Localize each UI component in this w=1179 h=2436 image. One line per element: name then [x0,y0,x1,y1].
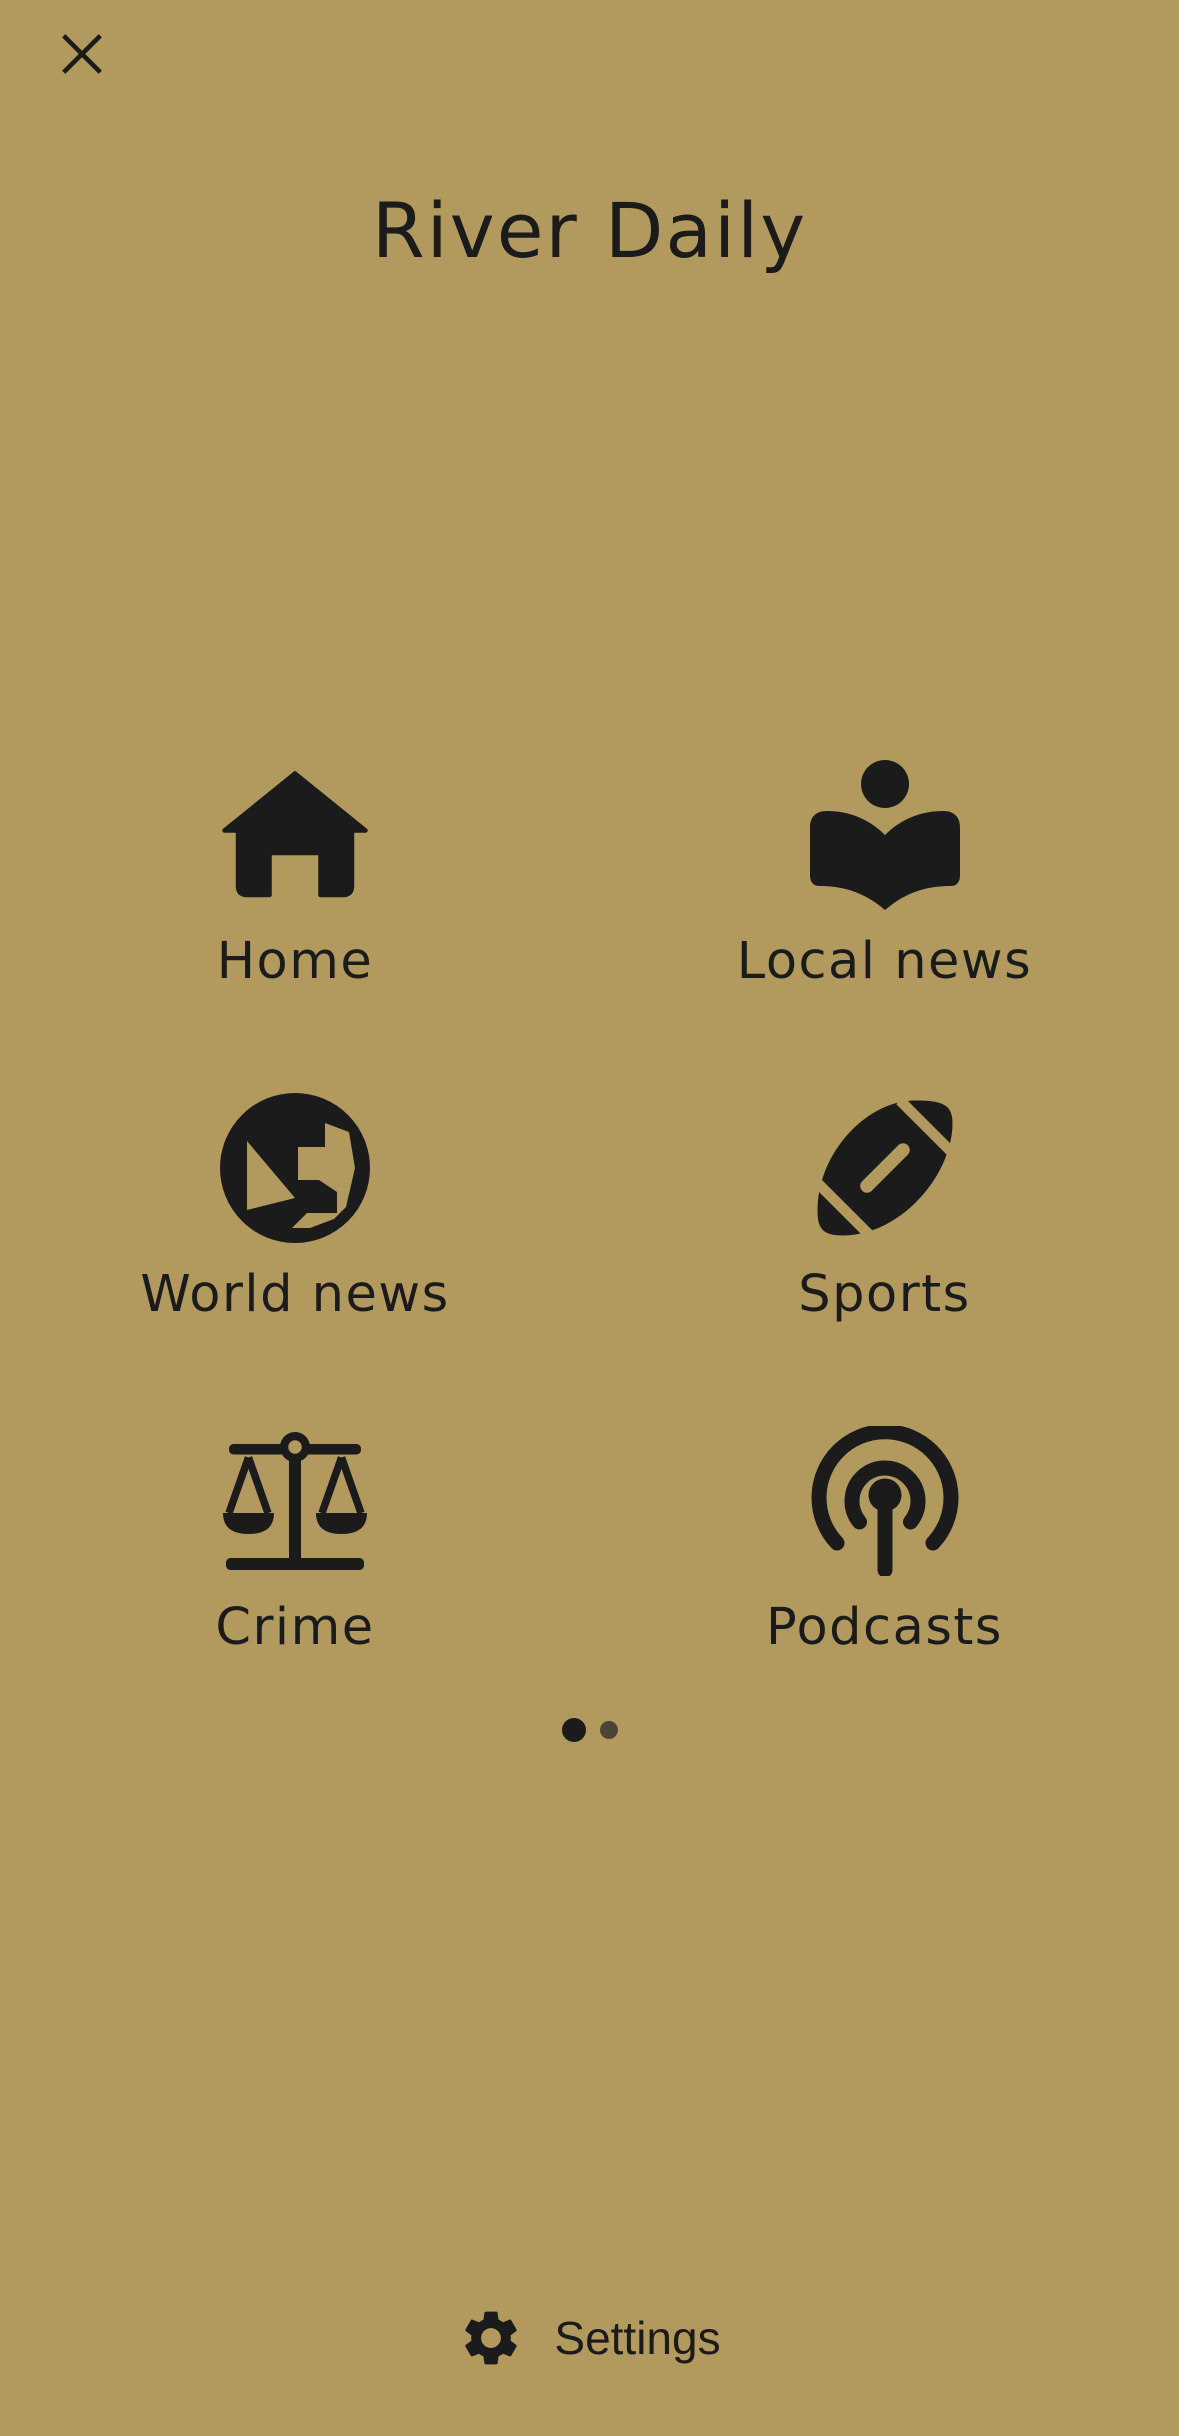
gear-icon [465,2311,518,2365]
home-icon [220,760,370,910]
local-news-icon [809,760,960,910]
section-nav-grid: Home Local news World news Sports Crime … [0,760,1179,1759]
scales-icon [220,1426,370,1576]
nav-label-sports: Sports [798,1265,971,1324]
nav-label-world-news: World news [140,1265,450,1324]
globe-icon [220,1093,370,1243]
nav-label-local-news: Local news [736,932,1033,991]
podcast-icon [810,1426,960,1576]
close-icon [62,34,102,74]
nav-item-crime[interactable]: Crime [0,1426,590,1759]
page-dot-2[interactable] [599,1721,618,1739]
app-title: River Daily [371,186,808,275]
nav-item-sports[interactable]: Sports [590,1093,1179,1426]
nav-label-podcasts: Podcasts [766,1598,1003,1657]
close-button[interactable] [38,10,126,98]
nav-label-home: Home [216,932,374,991]
nav-item-local-news[interactable]: Local news [590,760,1179,1093]
settings-button[interactable]: Settings [0,2305,1179,2371]
nav-item-home[interactable]: Home [0,760,590,1093]
nav-label-crime: Crime [215,1598,375,1657]
settings-label: Settings [554,2312,721,2364]
nav-item-world-news[interactable]: World news [0,1093,590,1426]
football-icon [810,1093,960,1243]
page-dot-1[interactable] [561,1718,586,1742]
nav-item-podcasts[interactable]: Podcasts [590,1426,1179,1759]
page-indicator [0,1718,1179,1742]
